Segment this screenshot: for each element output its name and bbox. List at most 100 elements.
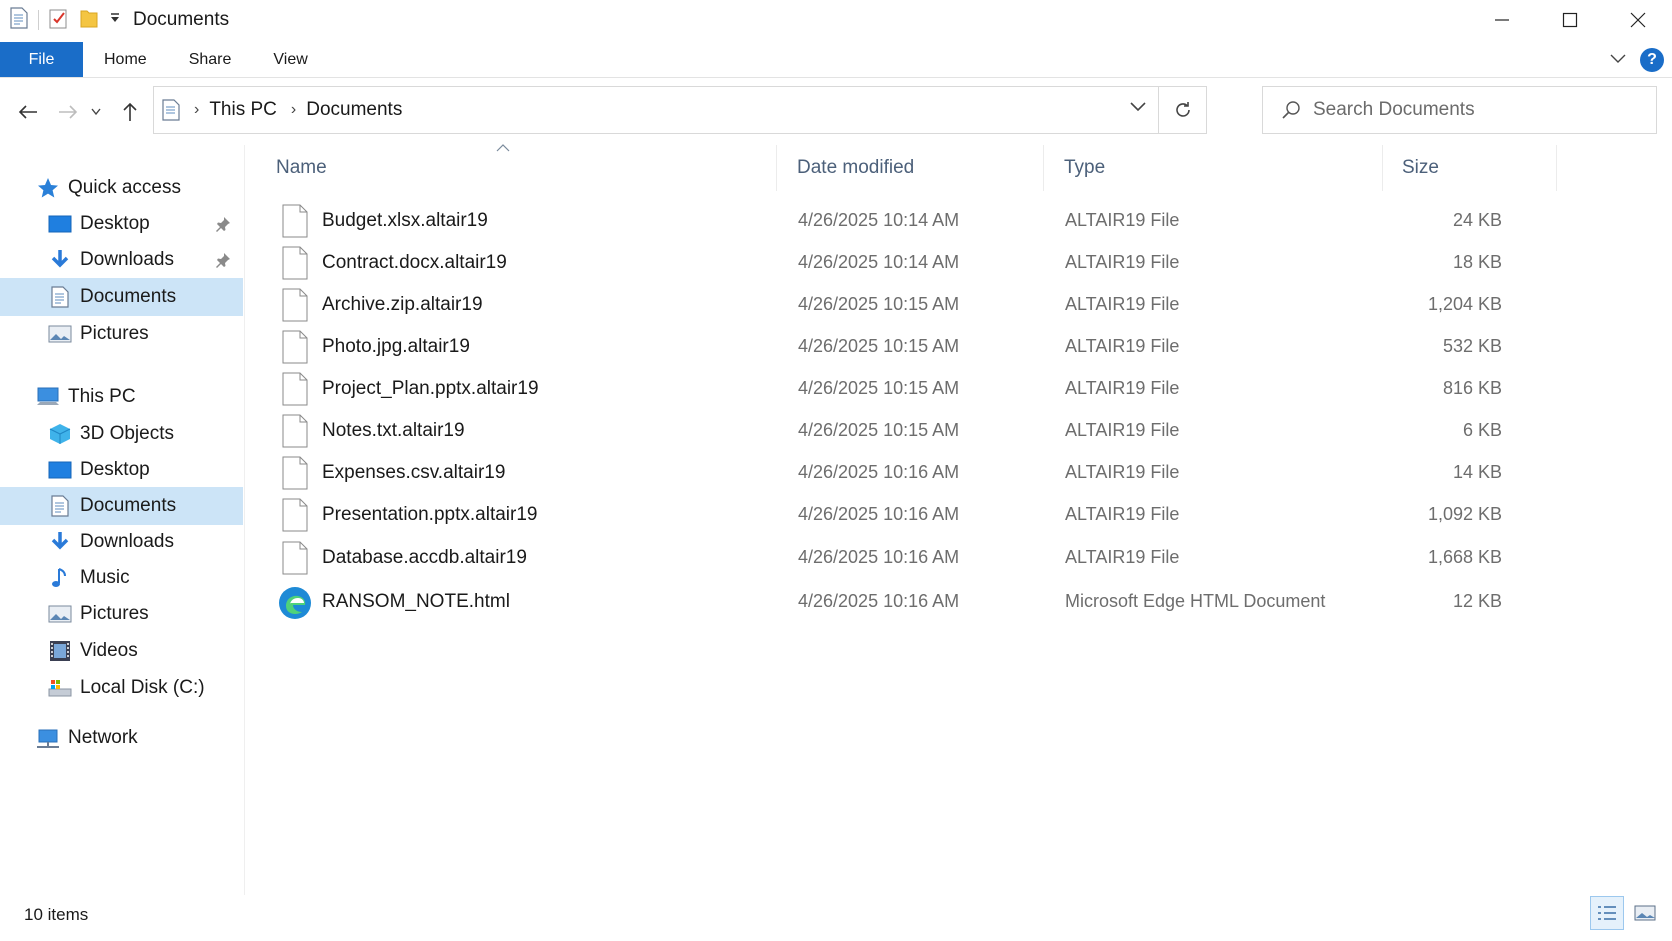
back-button[interactable] <box>14 98 42 126</box>
file-type: ALTAIR19 File <box>1065 336 1180 356</box>
file-name: Photo.jpg.altair19 <box>322 336 470 357</box>
view-switcher <box>1590 896 1662 930</box>
refresh-icon <box>1175 102 1190 117</box>
file-size: 1,092 KB <box>1427 504 1502 524</box>
sidebar-item-quick-access[interactable]: Quick access <box>0 169 243 207</box>
file-name: Project_Plan.pptx.altair19 <box>322 378 539 399</box>
tab-home[interactable]: Home <box>83 42 168 77</box>
sidebar-item-videos[interactable]: Videos <box>0 632 243 670</box>
details-view-icon <box>1598 906 1616 920</box>
address-history-dropdown-icon[interactable] <box>1130 99 1146 117</box>
maximize-button[interactable] <box>1536 0 1604 40</box>
file-type: ALTAIR19 File <box>1065 378 1180 398</box>
pin-icon[interactable] <box>215 252 231 274</box>
file-row[interactable]: Presentation.pptx.altair19 4/26/2025 10:… <box>262 495 1552 535</box>
file-row[interactable]: Budget.xlsx.altair19 4/26/2025 10:14 AM … <box>262 201 1552 241</box>
file-type: ALTAIR19 File <box>1065 210 1180 230</box>
sidebar-item-local-disk[interactable]: Local Disk (C:) <box>0 669 243 707</box>
help-icon[interactable]: ? <box>1640 48 1664 72</box>
file-row[interactable]: Contract.docx.altair19 4/26/2025 10:14 A… <box>262 243 1552 283</box>
sidebar-item-3d-objects[interactable]: 3D Objects <box>0 415 243 453</box>
file-date: 4/26/2025 10:15 AM <box>798 420 960 440</box>
large-icons-view-button[interactable] <box>1628 896 1662 930</box>
column-divider[interactable] <box>1556 145 1557 191</box>
tab-share[interactable]: Share <box>168 42 253 77</box>
navigation-bar: › This PC › Documents <box>0 86 1672 136</box>
column-header-name[interactable]: Name <box>276 145 327 191</box>
file-name: Contract.docx.altair19 <box>322 252 507 273</box>
close-icon <box>1630 12 1646 28</box>
file-row[interactable]: Project_Plan.pptx.altair19 4/26/2025 10:… <box>262 369 1552 409</box>
expand-ribbon-icon[interactable] <box>1610 51 1626 69</box>
blank-file-icon <box>282 246 308 280</box>
customize-toolbar-icon[interactable] <box>109 11 121 29</box>
sidebar-item-network[interactable]: Network <box>0 719 243 757</box>
status-item-count: 10 items <box>24 905 89 924</box>
sidebar-item-downloads-pinned[interactable]: Downloads <box>0 241 243 279</box>
sidebar-item-documents-pinned[interactable]: Documents <box>0 278 243 316</box>
file-date: 4/26/2025 10:16 AM <box>798 462 960 482</box>
tab-view[interactable]: View <box>252 42 328 77</box>
column-divider[interactable] <box>1382 145 1383 191</box>
sidebar-item-label: Videos <box>80 640 138 661</box>
blank-file-icon <box>282 456 308 490</box>
sidebar-item-label: Pictures <box>80 323 149 344</box>
forward-arrow-icon <box>59 105 78 119</box>
tab-file[interactable]: File <box>0 42 83 77</box>
file-date: 4/26/2025 10:16 AM <box>798 504 960 524</box>
breadcrumb-this-pc[interactable]: This PC <box>209 99 277 121</box>
address-bar[interactable]: › This PC › Documents <box>153 86 1207 134</box>
sidebar-item-documents[interactable]: Documents <box>0 487 243 525</box>
file-row[interactable]: Database.accdb.altair19 4/26/2025 10:16 … <box>262 538 1552 578</box>
this-pc-icon <box>36 385 60 409</box>
file-type: ALTAIR19 File <box>1065 252 1180 272</box>
recent-locations-button[interactable] <box>88 98 104 126</box>
sidebar-item-this-pc[interactable]: This PC <box>0 378 243 416</box>
file-date: 4/26/2025 10:14 AM <box>798 210 960 230</box>
sidebar-item-label: Desktop <box>80 213 150 234</box>
file-row[interactable]: Notes.txt.altair19 4/26/2025 10:15 AM AL… <box>262 411 1552 451</box>
refresh-button[interactable] <box>1158 87 1206 133</box>
sidebar-item-desktop[interactable]: Desktop <box>0 451 243 489</box>
sidebar-item-label: This PC <box>68 386 136 407</box>
file-type: ALTAIR19 File <box>1065 547 1180 567</box>
blank-file-icon <box>282 330 308 364</box>
blank-file-icon <box>282 498 308 532</box>
documents-location-icon <box>162 99 180 121</box>
quick-access-toolbar <box>0 6 121 34</box>
close-button[interactable] <box>1604 0 1672 40</box>
up-button[interactable] <box>116 98 144 126</box>
breadcrumb-separator-icon[interactable]: › <box>291 101 296 119</box>
column-divider[interactable] <box>1043 145 1044 191</box>
details-view-button[interactable] <box>1590 896 1624 930</box>
search-input[interactable] <box>1313 99 1633 121</box>
breadcrumb-separator-icon[interactable]: › <box>194 101 199 119</box>
column-divider[interactable] <box>776 145 777 191</box>
new-folder-icon[interactable] <box>79 7 99 34</box>
column-header-date-modified[interactable]: Date modified <box>797 145 914 191</box>
file-type: ALTAIR19 File <box>1065 504 1180 524</box>
forward-button[interactable] <box>54 98 82 126</box>
sidebar-item-downloads[interactable]: Downloads <box>0 523 243 561</box>
properties-icon[interactable] <box>49 7 69 34</box>
file-row[interactable]: Photo.jpg.altair19 4/26/2025 10:15 AM AL… <box>262 327 1552 367</box>
breadcrumb-documents[interactable]: Documents <box>306 99 402 121</box>
pin-icon[interactable] <box>215 216 231 238</box>
sidebar-item-label: Documents <box>80 495 177 516</box>
file-row[interactable]: Archive.zip.altair19 4/26/2025 10:15 AM … <box>262 285 1552 325</box>
column-header-type[interactable]: Type <box>1064 145 1105 191</box>
pictures-icon <box>48 602 72 626</box>
sidebar-item-label: Pictures <box>80 603 149 624</box>
sidebar-item-desktop-pinned[interactable]: Desktop <box>0 205 243 243</box>
file-row[interactable]: RANSOM_NOTE.html 4/26/2025 10:16 AM Micr… <box>262 582 1552 622</box>
back-arrow-icon <box>18 105 37 119</box>
file-row[interactable]: Expenses.csv.altair19 4/26/2025 10:16 AM… <box>262 453 1552 493</box>
sidebar-item-pictures-pinned[interactable]: Pictures <box>0 315 243 353</box>
sidebar-item-pictures[interactable]: Pictures <box>0 595 243 633</box>
minimize-button[interactable] <box>1468 0 1536 40</box>
column-header-size[interactable]: Size <box>1402 145 1439 191</box>
search-box[interactable] <box>1262 86 1657 134</box>
file-date: 4/26/2025 10:14 AM <box>798 252 960 272</box>
sidebar-item-music[interactable]: Music <box>0 559 243 597</box>
downloads-icon <box>48 248 72 272</box>
